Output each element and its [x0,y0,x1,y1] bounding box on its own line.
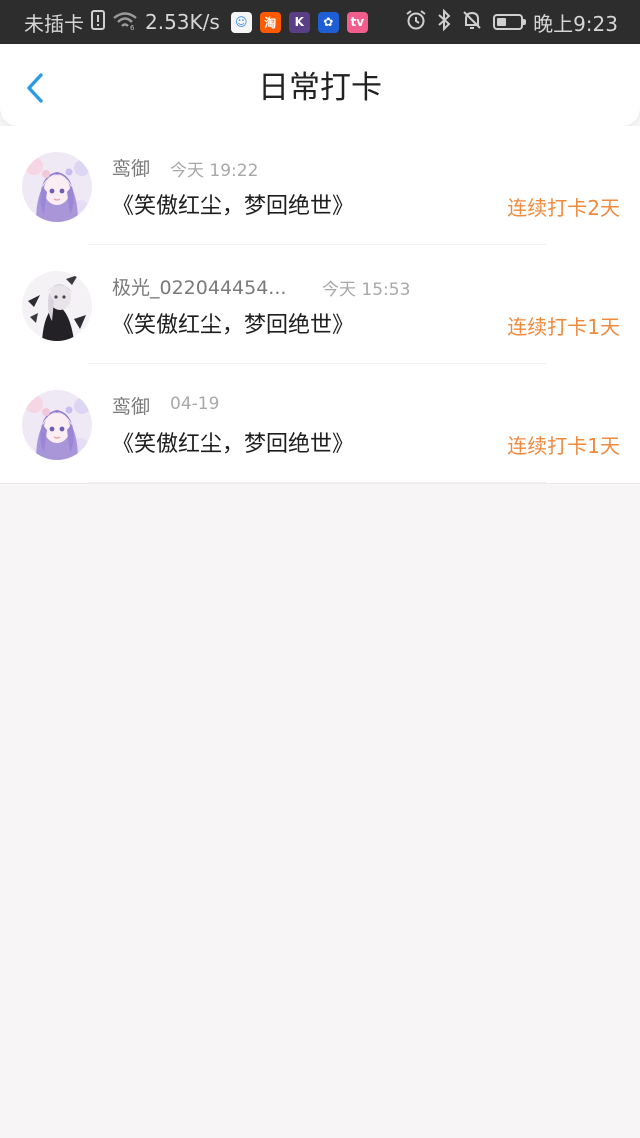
taobao-icon: 淘 [259,11,281,33]
tieba-icon: ☺ [230,11,252,33]
streak-label: 连续打卡2天 [507,196,620,220]
streak-label: 连续打卡1天 [507,315,620,339]
battery-icon [493,14,527,30]
username[interactable]: 鸾御 [112,154,150,181]
checkin-time: 今天 19:22 [170,161,259,181]
notification-app-icons: ☺ 淘 K ✿ tv [230,11,368,33]
checkin-list: 鸾御 今天 19:22 《笑傲红尘，梦回绝世》 连续打卡2天 极光_022044454.… [0,126,640,484]
status-right: 晚上9:23 [405,8,618,37]
checkin-time: 今天 15:53 [322,280,411,300]
list-bottom-divider [0,483,640,484]
bulb-app-icon: ✿ [317,11,339,33]
checkin-title: 《笑傲红尘，梦回绝世》 [112,313,355,338]
mute-bell-icon [461,9,483,36]
streak-label: 连续打卡1天 [507,434,620,458]
checkin-item[interactable]: 鸾御 04-19 《笑傲红尘，梦回绝世》 连续打卡1天 [0,364,640,483]
checkin-item[interactable]: 极光_022044454... 今天 15:53 《笑傲红尘，梦回绝世》 连续打卡1天 [0,245,640,364]
sim-alert-icon [91,9,105,35]
divider [88,482,546,483]
svg-text:6: 6 [130,24,135,30]
k-app-icon: K [288,11,310,33]
page-title: 日常打卡 [258,70,382,106]
checkin-title: 《笑傲红尘，梦回绝世》 [112,194,355,219]
username[interactable]: 鸾御 [112,392,150,419]
checkin-time: 04-19 [170,394,220,414]
checkin-title: 《笑傲红尘，梦回绝世》 [112,432,355,457]
avatar[interactable] [22,152,92,222]
avatar[interactable] [22,271,92,341]
network-speed: 2.53K/s [145,10,220,34]
nav-bar: 日常打卡 [0,44,640,126]
avatar[interactable] [22,390,92,460]
status-left: 未插卡 6 2.53K/s ☺ 淘 K ✿ tv [24,8,368,37]
wifi-icon: 6 [112,10,138,35]
bilibili-icon: tv [346,11,368,33]
checkin-item[interactable]: 鸾御 今天 19:22 《笑傲红尘，梦回绝世》 连续打卡2天 [0,126,640,245]
username[interactable]: 极光_022044454... [112,273,286,300]
battery-level [497,18,506,26]
status-bar: 未插卡 6 2.53K/s ☺ 淘 K ✿ tv 晚上9:23 [0,0,640,44]
alarm-icon [405,9,427,36]
bluetooth-icon [437,8,451,36]
carrier-label: 未插卡 [24,11,84,36]
clock: 晚上9:23 [533,11,618,36]
